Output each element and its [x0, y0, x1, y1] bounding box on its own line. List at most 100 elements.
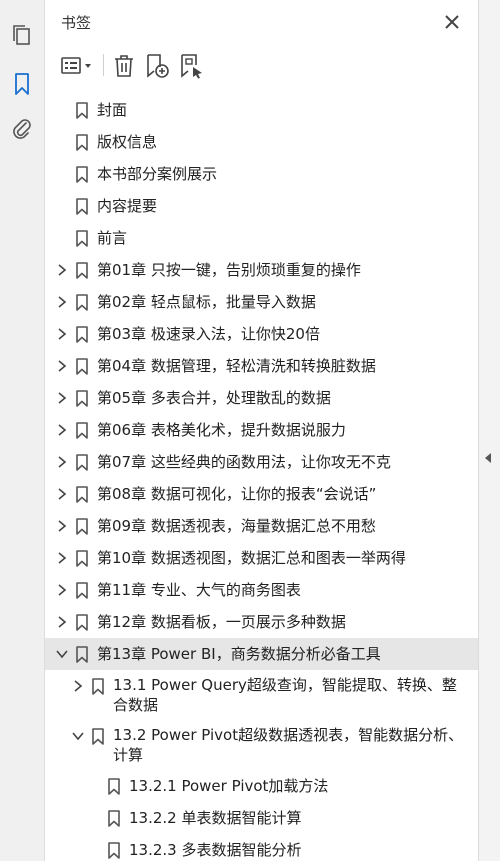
- bookmark-label: 第04章 数据管理，轻松清洗和转换脏数据: [97, 357, 376, 375]
- bookmark-item[interactable]: 第09章 数据透视表，海量数据汇总不用愁: [45, 510, 478, 542]
- bookmark-item[interactable]: 13.2.2 单表数据智能计算: [45, 802, 478, 834]
- bookmark-item[interactable]: 版权信息: [45, 126, 478, 158]
- bookmark-icon: [107, 770, 121, 802]
- bookmark-item[interactable]: 前言: [45, 222, 478, 254]
- bookmark-icon[interactable]: [8, 70, 36, 98]
- delete-bookmark-button[interactable]: [111, 52, 137, 80]
- bookmark-item[interactable]: 第13章 Power BI，商务数据分析必备工具: [45, 638, 478, 670]
- chevron-right-icon[interactable]: [55, 446, 69, 478]
- pages-icon[interactable]: [8, 22, 36, 50]
- bookmark-icon: [75, 542, 89, 574]
- bookmark-item[interactable]: 第11章 专业、大气的商务图表: [45, 574, 478, 606]
- bookmark-icon: [75, 126, 89, 158]
- chevron-right-icon[interactable]: [55, 350, 69, 382]
- add-bookmark-icon: [147, 54, 169, 78]
- chevron-down-icon[interactable]: [71, 720, 85, 752]
- bookmark-label: 第09章 数据透视表，海量数据汇总不用愁: [97, 517, 376, 535]
- bookmark-icon: [75, 478, 89, 510]
- bookmark-item[interactable]: 第08章 数据可视化，让你的报表“会说话”: [45, 478, 478, 510]
- bookmark-label: 第07章 这些经典的函数用法，让你攻无不克: [97, 453, 391, 471]
- close-panel-button[interactable]: [441, 11, 463, 33]
- bookmark-icon: [91, 720, 105, 752]
- bookmark-label: 第12章 数据看板，一页展示多种数据: [97, 613, 346, 631]
- bookmark-item[interactable]: 第01章 只按一键，告别烦琐重复的操作: [45, 254, 478, 286]
- toolbar-separator: [103, 54, 104, 76]
- bookmark-icon: [75, 574, 89, 606]
- chevron-right-icon[interactable]: [55, 286, 69, 318]
- bookmark-icon: [75, 350, 89, 382]
- bookmark-icon: [75, 510, 89, 542]
- attachment-icon[interactable]: [8, 114, 36, 142]
- bookmarks-toolbar: [45, 46, 478, 86]
- chevron-spacer: [55, 158, 69, 190]
- chevron-right-icon[interactable]: [55, 574, 69, 606]
- bookmark-icon: [75, 158, 89, 190]
- panel-resize-strip[interactable]: [478, 0, 500, 861]
- bookmark-item[interactable]: 13.1 Power Query超级查询，智能提取、转换、整合数据: [45, 670, 478, 720]
- bookmark-item[interactable]: 第03章 极速录入法，让你快20倍: [45, 318, 478, 350]
- chevron-right-icon[interactable]: [55, 318, 69, 350]
- new-bookmark-from-structure-icon: [181, 54, 202, 79]
- bookmark-icon: [91, 670, 105, 702]
- bookmark-label: 第03章 极速录入法，让你快20倍: [97, 325, 320, 343]
- bookmarks-panel: 书签 封面 版权信息 本书部分案例展示 内容提要 前言 第01章 只按一键，告别…: [45, 0, 478, 861]
- chevron-right-icon[interactable]: [55, 382, 69, 414]
- bookmark-icon: [75, 222, 89, 254]
- chevron-right-icon[interactable]: [55, 414, 69, 446]
- bookmark-item[interactable]: 第06章 表格美化术，提升数据说服力: [45, 414, 478, 446]
- chevron-spacer: [55, 222, 69, 254]
- bookmark-item[interactable]: 内容提要: [45, 190, 478, 222]
- trash-icon: [115, 55, 133, 77]
- bookmark-label: 第11章 专业、大气的商务图表: [97, 581, 301, 599]
- bookmark-label: 版权信息: [97, 133, 158, 151]
- bookmark-label: 第08章 数据可视化，让你的报表“会说话”: [97, 485, 377, 503]
- bookmark-label: 第13章 Power BI，商务数据分析必备工具: [97, 645, 381, 663]
- close-icon: [445, 15, 459, 29]
- options-menu-icon: [61, 57, 91, 74]
- chevron-down-icon[interactable]: [55, 638, 69, 670]
- bookmark-item[interactable]: 第07章 这些经典的函数用法，让你攻无不克: [45, 446, 478, 478]
- chevron-right-icon[interactable]: [55, 254, 69, 286]
- bookmark-item[interactable]: 13.2 Power Pivot超级数据透视表，智能数据分析、计算: [45, 720, 478, 770]
- bookmark-icon: [75, 286, 89, 318]
- bookmark-item[interactable]: 13.2.1 Power Pivot加载方法: [45, 770, 478, 802]
- add-bookmark-button[interactable]: [145, 52, 171, 80]
- bookmark-label: 第01章 只按一键，告别烦琐重复的操作: [97, 261, 361, 279]
- chevron-spacer: [87, 834, 101, 861]
- collapse-panel-arrow-icon[interactable]: [485, 453, 491, 463]
- chevron-spacer: [87, 802, 101, 834]
- new-bookmark-from-structure-button[interactable]: [179, 52, 205, 80]
- bookmark-icon: [75, 638, 89, 670]
- chevron-right-icon[interactable]: [55, 606, 69, 638]
- bookmark-item[interactable]: 第05章 多表合并，处理散乱的数据: [45, 382, 478, 414]
- chevron-right-icon[interactable]: [55, 510, 69, 542]
- bookmark-icon: [75, 446, 89, 478]
- chevron-right-icon[interactable]: [55, 542, 69, 574]
- chevron-right-icon[interactable]: [55, 478, 69, 510]
- bookmark-item[interactable]: 本书部分案例展示: [45, 158, 478, 190]
- bookmark-icon: [75, 94, 89, 126]
- bookmark-label: 内容提要: [97, 197, 158, 215]
- bookmark-icon: [107, 802, 121, 834]
- options-menu-button[interactable]: [59, 52, 95, 80]
- bookmark-icon: [75, 254, 89, 286]
- chevron-spacer: [55, 190, 69, 222]
- bookmark-item[interactable]: 第02章 轻点鼠标，批量导入数据: [45, 286, 478, 318]
- left-navigation-rail: [0, 0, 45, 861]
- bookmark-label: 第02章 轻点鼠标，批量导入数据: [97, 293, 316, 311]
- chevron-spacer: [55, 94, 69, 126]
- bookmark-item[interactable]: 第04章 数据管理，轻松清洗和转换脏数据: [45, 350, 478, 382]
- bookmark-label: 封面: [97, 101, 128, 119]
- bookmark-label: 13.2.3 多表数据智能分析: [129, 841, 302, 859]
- chevron-right-icon[interactable]: [71, 670, 85, 702]
- bookmark-tree: 封面 版权信息 本书部分案例展示 内容提要 前言 第01章 只按一键，告别烦琐重复的操作第…: [45, 94, 478, 861]
- bookmark-item[interactable]: 封面: [45, 94, 478, 126]
- bookmark-label: 前言: [97, 229, 128, 247]
- bookmark-icon: [75, 606, 89, 638]
- bookmark-label: 本书部分案例展示: [97, 165, 218, 183]
- bookmark-label: 13.1 Power Query超级查询，智能提取、转换、整合数据: [113, 676, 457, 714]
- bookmark-item[interactable]: 第10章 数据透视图，数据汇总和图表一举两得: [45, 542, 478, 574]
- bookmark-item[interactable]: 13.2.3 多表数据智能分析: [45, 834, 478, 861]
- bookmark-item[interactable]: 第12章 数据看板，一页展示多种数据: [45, 606, 478, 638]
- bookmark-icon: [75, 382, 89, 414]
